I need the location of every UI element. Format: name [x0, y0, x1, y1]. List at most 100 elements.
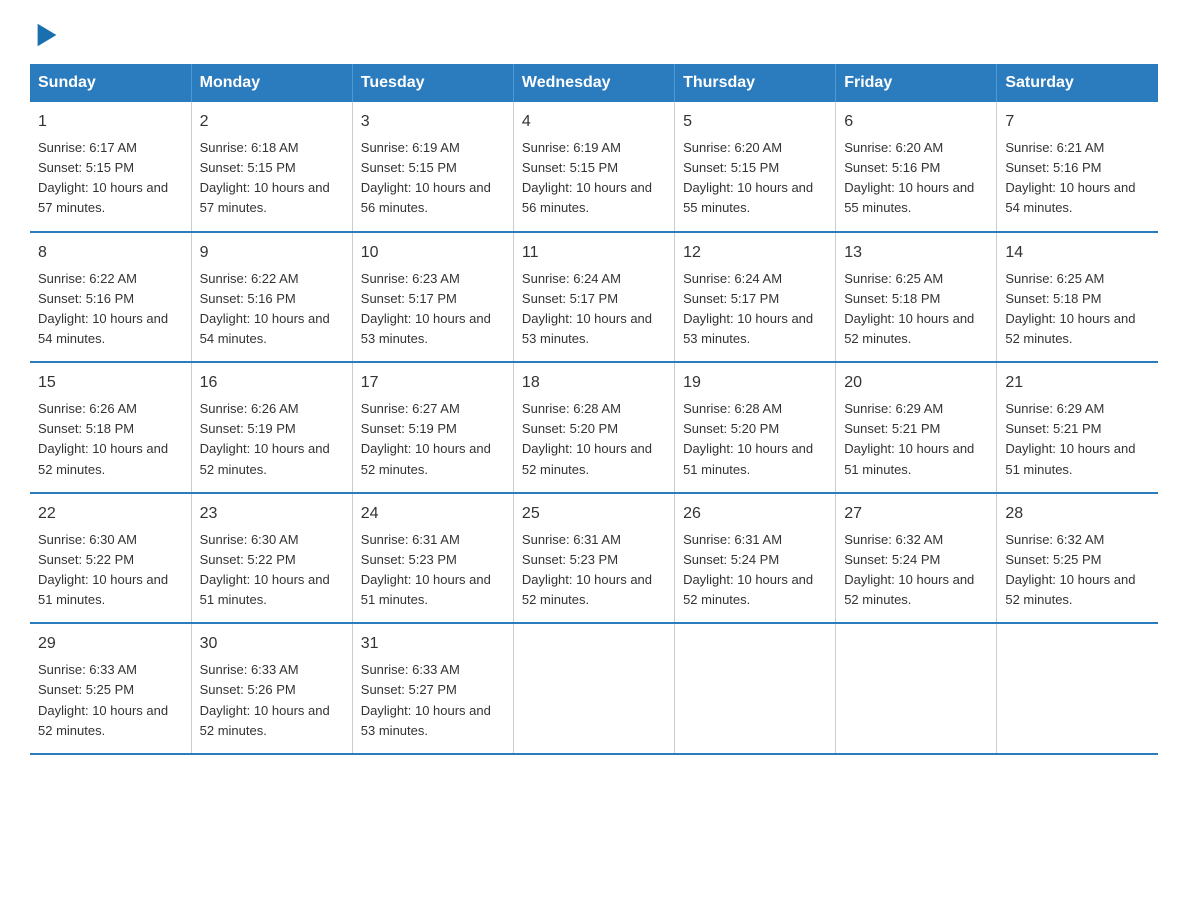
- sunrise-label: Sunrise: 6:22 AM: [200, 271, 299, 286]
- daylight-label: Daylight: 10 hours and 54 minutes.: [1005, 180, 1135, 215]
- daylight-label: Daylight: 10 hours and 52 minutes.: [683, 572, 813, 607]
- daylight-label: Daylight: 10 hours and 54 minutes.: [38, 311, 168, 346]
- calendar-cell: 11 Sunrise: 6:24 AM Sunset: 5:17 PM Dayl…: [513, 232, 674, 363]
- sunset-label: Sunset: 5:25 PM: [38, 682, 134, 697]
- day-info: Sunrise: 6:24 AM Sunset: 5:17 PM Dayligh…: [683, 269, 827, 350]
- day-number: 28: [1005, 502, 1150, 526]
- sunset-label: Sunset: 5:15 PM: [522, 160, 618, 175]
- sunset-label: Sunset: 5:15 PM: [38, 160, 134, 175]
- day-info: Sunrise: 6:20 AM Sunset: 5:16 PM Dayligh…: [844, 138, 988, 219]
- calendar-cell: 6 Sunrise: 6:20 AM Sunset: 5:16 PM Dayli…: [836, 102, 997, 232]
- calendar-cell: 17 Sunrise: 6:27 AM Sunset: 5:19 PM Dayl…: [352, 362, 513, 493]
- calendar-header: SundayMondayTuesdayWednesdayThursdayFrid…: [30, 64, 1158, 102]
- calendar-cell: 7 Sunrise: 6:21 AM Sunset: 5:16 PM Dayli…: [997, 102, 1158, 232]
- day-info: Sunrise: 6:32 AM Sunset: 5:25 PM Dayligh…: [1005, 530, 1150, 611]
- calendar-cell: 30 Sunrise: 6:33 AM Sunset: 5:26 PM Dayl…: [191, 623, 352, 754]
- sunrise-label: Sunrise: 6:31 AM: [683, 532, 782, 547]
- day-info: Sunrise: 6:26 AM Sunset: 5:18 PM Dayligh…: [38, 399, 183, 480]
- sunrise-label: Sunrise: 6:25 AM: [844, 271, 943, 286]
- calendar-cell: 3 Sunrise: 6:19 AM Sunset: 5:15 PM Dayli…: [352, 102, 513, 232]
- sunrise-label: Sunrise: 6:29 AM: [1005, 401, 1104, 416]
- calendar-cell: 4 Sunrise: 6:19 AM Sunset: 5:15 PM Dayli…: [513, 102, 674, 232]
- day-number: 22: [38, 502, 183, 526]
- daylight-label: Daylight: 10 hours and 52 minutes.: [1005, 572, 1135, 607]
- sunrise-label: Sunrise: 6:30 AM: [200, 532, 299, 547]
- day-number: 9: [200, 241, 344, 265]
- day-number: 23: [200, 502, 344, 526]
- day-number: 11: [522, 241, 666, 265]
- sunrise-label: Sunrise: 6:23 AM: [361, 271, 460, 286]
- week-row-2: 8 Sunrise: 6:22 AM Sunset: 5:16 PM Dayli…: [30, 232, 1158, 363]
- sunrise-label: Sunrise: 6:33 AM: [38, 662, 137, 677]
- daylight-label: Daylight: 10 hours and 52 minutes.: [200, 441, 330, 476]
- day-info: Sunrise: 6:30 AM Sunset: 5:22 PM Dayligh…: [200, 530, 344, 611]
- day-number: 1: [38, 110, 183, 134]
- sunset-label: Sunset: 5:16 PM: [844, 160, 940, 175]
- calendar-cell: 25 Sunrise: 6:31 AM Sunset: 5:23 PM Dayl…: [513, 493, 674, 624]
- calendar-cell: 15 Sunrise: 6:26 AM Sunset: 5:18 PM Dayl…: [30, 362, 191, 493]
- day-info: Sunrise: 6:33 AM Sunset: 5:25 PM Dayligh…: [38, 660, 183, 741]
- calendar-table: SundayMondayTuesdayWednesdayThursdayFrid…: [30, 64, 1158, 755]
- day-number: 3: [361, 110, 505, 134]
- calendar-cell: 19 Sunrise: 6:28 AM Sunset: 5:20 PM Dayl…: [675, 362, 836, 493]
- day-header-monday: Monday: [191, 64, 352, 102]
- calendar-cell: 14 Sunrise: 6:25 AM Sunset: 5:18 PM Dayl…: [997, 232, 1158, 363]
- sunset-label: Sunset: 5:17 PM: [361, 291, 457, 306]
- daylight-label: Daylight: 10 hours and 57 minutes.: [200, 180, 330, 215]
- calendar-cell: 22 Sunrise: 6:30 AM Sunset: 5:22 PM Dayl…: [30, 493, 191, 624]
- sunset-label: Sunset: 5:18 PM: [38, 421, 134, 436]
- sunset-label: Sunset: 5:19 PM: [200, 421, 296, 436]
- day-number: 21: [1005, 371, 1150, 395]
- day-info: Sunrise: 6:27 AM Sunset: 5:19 PM Dayligh…: [361, 399, 505, 480]
- sunset-label: Sunset: 5:18 PM: [1005, 291, 1101, 306]
- daylight-label: Daylight: 10 hours and 51 minutes.: [844, 441, 974, 476]
- day-info: Sunrise: 6:31 AM Sunset: 5:23 PM Dayligh…: [522, 530, 666, 611]
- day-number: 26: [683, 502, 827, 526]
- sunrise-label: Sunrise: 6:17 AM: [38, 140, 137, 155]
- calendar-cell: [675, 623, 836, 754]
- calendar-cell: 5 Sunrise: 6:20 AM Sunset: 5:15 PM Dayli…: [675, 102, 836, 232]
- daylight-label: Daylight: 10 hours and 52 minutes.: [844, 572, 974, 607]
- sunrise-label: Sunrise: 6:22 AM: [38, 271, 137, 286]
- daylight-label: Daylight: 10 hours and 57 minutes.: [38, 180, 168, 215]
- sunset-label: Sunset: 5:17 PM: [683, 291, 779, 306]
- sunset-label: Sunset: 5:20 PM: [683, 421, 779, 436]
- day-number: 6: [844, 110, 988, 134]
- calendar-cell: 9 Sunrise: 6:22 AM Sunset: 5:16 PM Dayli…: [191, 232, 352, 363]
- day-number: 17: [361, 371, 505, 395]
- day-number: 8: [38, 241, 183, 265]
- calendar-cell: 23 Sunrise: 6:30 AM Sunset: 5:22 PM Dayl…: [191, 493, 352, 624]
- sunrise-label: Sunrise: 6:20 AM: [683, 140, 782, 155]
- day-info: Sunrise: 6:25 AM Sunset: 5:18 PM Dayligh…: [844, 269, 988, 350]
- day-number: 29: [38, 632, 183, 656]
- week-row-1: 1 Sunrise: 6:17 AM Sunset: 5:15 PM Dayli…: [30, 102, 1158, 232]
- day-info: Sunrise: 6:23 AM Sunset: 5:17 PM Dayligh…: [361, 269, 505, 350]
- day-number: 19: [683, 371, 827, 395]
- day-number: 24: [361, 502, 505, 526]
- sunrise-label: Sunrise: 6:24 AM: [683, 271, 782, 286]
- sunrise-label: Sunrise: 6:33 AM: [200, 662, 299, 677]
- day-info: Sunrise: 6:28 AM Sunset: 5:20 PM Dayligh…: [683, 399, 827, 480]
- day-number: 7: [1005, 110, 1150, 134]
- calendar-body: 1 Sunrise: 6:17 AM Sunset: 5:15 PM Dayli…: [30, 102, 1158, 754]
- daylight-label: Daylight: 10 hours and 52 minutes.: [844, 311, 974, 346]
- daylight-label: Daylight: 10 hours and 52 minutes.: [522, 441, 652, 476]
- sunset-label: Sunset: 5:24 PM: [844, 552, 940, 567]
- daylight-label: Daylight: 10 hours and 55 minutes.: [844, 180, 974, 215]
- sunrise-label: Sunrise: 6:20 AM: [844, 140, 943, 155]
- daylight-label: Daylight: 10 hours and 51 minutes.: [1005, 441, 1135, 476]
- sunset-label: Sunset: 5:16 PM: [1005, 160, 1101, 175]
- calendar-cell: 16 Sunrise: 6:26 AM Sunset: 5:19 PM Dayl…: [191, 362, 352, 493]
- sunset-label: Sunset: 5:22 PM: [200, 552, 296, 567]
- day-info: Sunrise: 6:19 AM Sunset: 5:15 PM Dayligh…: [361, 138, 505, 219]
- daylight-label: Daylight: 10 hours and 52 minutes.: [1005, 311, 1135, 346]
- sunset-label: Sunset: 5:18 PM: [844, 291, 940, 306]
- sunset-label: Sunset: 5:16 PM: [200, 291, 296, 306]
- day-info: Sunrise: 6:22 AM Sunset: 5:16 PM Dayligh…: [38, 269, 183, 350]
- day-info: Sunrise: 6:25 AM Sunset: 5:18 PM Dayligh…: [1005, 269, 1150, 350]
- day-info: Sunrise: 6:31 AM Sunset: 5:23 PM Dayligh…: [361, 530, 505, 611]
- daylight-label: Daylight: 10 hours and 56 minutes.: [361, 180, 491, 215]
- calendar-cell: 13 Sunrise: 6:25 AM Sunset: 5:18 PM Dayl…: [836, 232, 997, 363]
- sunset-label: Sunset: 5:17 PM: [522, 291, 618, 306]
- week-row-3: 15 Sunrise: 6:26 AM Sunset: 5:18 PM Dayl…: [30, 362, 1158, 493]
